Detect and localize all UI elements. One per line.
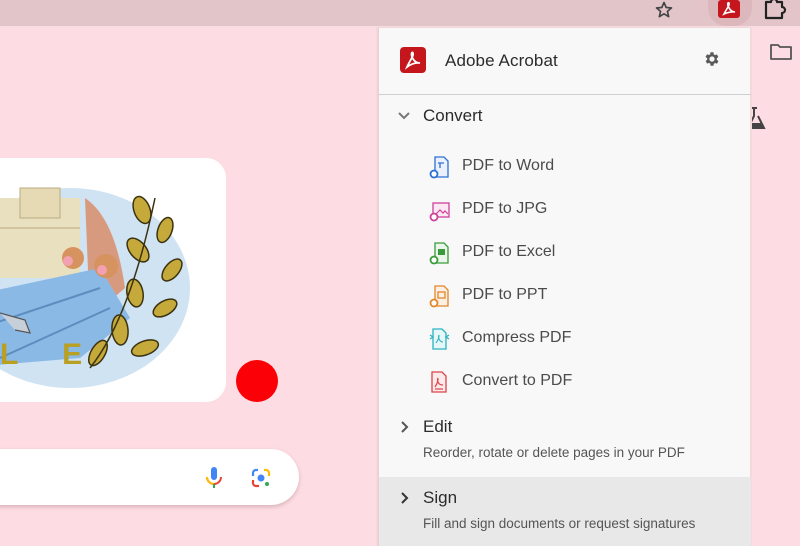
- convert-item-pdf-to-word[interactable]: PDF to Word: [379, 147, 751, 187]
- folder-icon[interactable]: [769, 42, 793, 62]
- doodle-letters: L E: [0, 338, 101, 371]
- convert-item-label: Convert to PDF: [462, 372, 573, 389]
- section-sign-description: Fill and sign documents or request signa…: [423, 516, 696, 531]
- google-lens-icon[interactable]: [249, 466, 273, 490]
- convert-item-convert-to-pdf[interactable]: Convert to PDF: [379, 362, 751, 402]
- address-bar[interactable]: [0, 0, 693, 26]
- pdf-to-excel-icon: [428, 241, 450, 265]
- convert-item-pdf-to-ppt[interactable]: PDF to PPT: [379, 276, 751, 316]
- convert-item-pdf-to-jpg[interactable]: PDF to JPG: [379, 190, 751, 230]
- convert-item-label: Compress PDF: [462, 329, 572, 346]
- section-convert-label: Convert: [423, 106, 483, 125]
- chevron-right-icon: [397, 491, 411, 505]
- chevron-right-icon: [397, 420, 411, 434]
- section-convert[interactable]: Convert: [379, 96, 751, 136]
- convert-item-pdf-to-excel[interactable]: PDF to Excel: [379, 233, 751, 273]
- star-icon[interactable]: [652, 0, 676, 20]
- convert-item-label: PDF to JPG: [462, 200, 548, 217]
- adobe-acrobat-icon[interactable]: [718, 0, 740, 18]
- puzzle-icon[interactable]: [762, 0, 788, 20]
- section-edit-label: Edit: [423, 417, 453, 436]
- section-sign[interactable]: Sign Fill and sign documents or request …: [379, 477, 751, 546]
- section-edit-description: Reorder, rotate or delete pages in your …: [423, 445, 685, 460]
- pdf-to-jpg-icon: [428, 198, 450, 222]
- acrobat-extension-popup: Adobe Acrobat Convert PDF to Word PDF to…: [378, 28, 751, 546]
- convert-item-label: PDF to Excel: [462, 243, 556, 260]
- convert-item-label: PDF to Word: [462, 157, 555, 174]
- compress-pdf-icon: [428, 327, 450, 351]
- gear-icon[interactable]: [703, 50, 721, 68]
- google-doodle[interactable]: L E: [0, 158, 226, 402]
- pdf-to-ppt-icon: [428, 284, 450, 308]
- popup-header: Adobe Acrobat: [379, 28, 751, 95]
- chevron-down-icon: [397, 109, 411, 123]
- section-sign-label: Sign: [423, 488, 458, 507]
- adobe-acrobat-logo-icon: [400, 47, 426, 73]
- pdf-to-word-icon: [428, 155, 450, 179]
- recording-indicator: [236, 360, 278, 402]
- convert-item-label: PDF to PPT: [462, 286, 548, 303]
- convert-to-pdf-icon: [428, 370, 450, 394]
- convert-item-compress-pdf[interactable]: Compress PDF: [379, 319, 751, 359]
- microphone-icon[interactable]: [204, 465, 224, 491]
- section-edit[interactable]: Edit Reorder, rotate or delete pages in …: [379, 406, 751, 474]
- popup-title: Adobe Acrobat: [445, 51, 558, 70]
